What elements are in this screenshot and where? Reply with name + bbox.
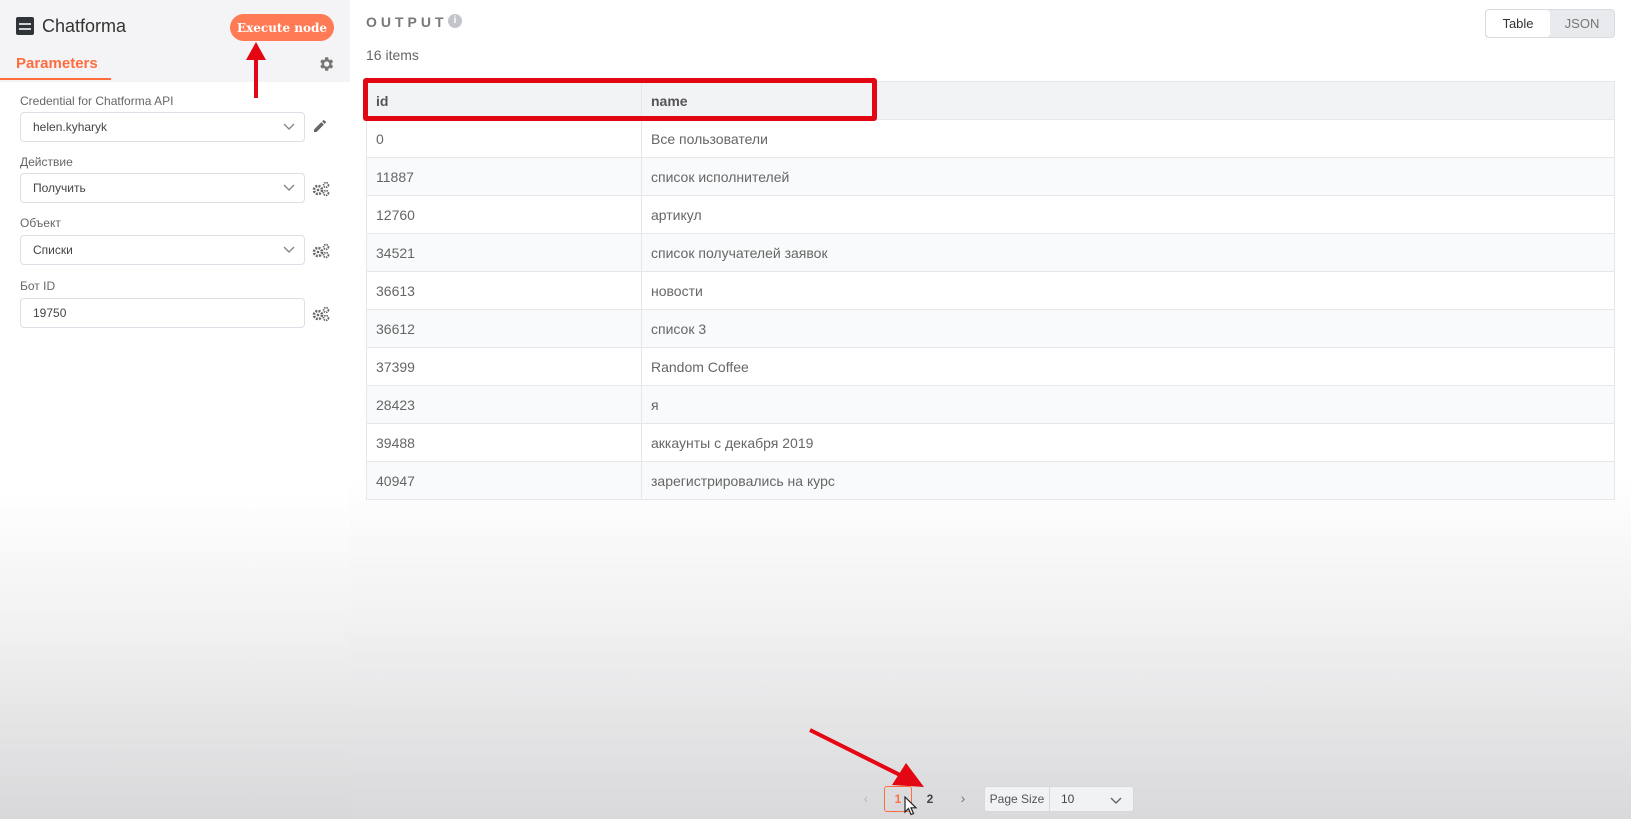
credential-label: Credential for Chatforma API [20, 94, 174, 108]
gears-icon[interactable] [312, 181, 330, 199]
cell-id: 40947 [366, 461, 642, 500]
table-row: 34521 список получателей заявок [366, 233, 1615, 272]
column-header-name: name [641, 81, 1615, 120]
bot-id-value: 19750 [33, 306, 67, 320]
table-row: 11887 список исполнителей [366, 157, 1615, 196]
cell-name: новости [641, 271, 1615, 310]
cell-id: 34521 [366, 233, 642, 272]
page-size-value: 10 [1061, 792, 1075, 806]
cell-id: 39488 [366, 423, 642, 462]
bot-id-label: Бот ID [20, 279, 56, 293]
pagination: ‹ 1 2 › Page Size 10 [0, 786, 1631, 812]
view-table-button[interactable]: Table [1486, 10, 1550, 37]
cell-name: список исполнителей [641, 157, 1615, 196]
cell-name: аккаунты с декабря 2019 [641, 423, 1615, 462]
page-size-value-box[interactable]: 10 [1050, 787, 1133, 811]
chevron-down-icon [1110, 797, 1122, 804]
view-json-button[interactable]: JSON [1550, 10, 1614, 37]
column-header-id: id [366, 81, 642, 120]
page-2-button[interactable]: 2 [916, 786, 944, 812]
annotation-arrow-diagonal [809, 728, 924, 787]
cell-name: артикул [641, 195, 1615, 234]
cell-name: я [641, 385, 1615, 424]
node-title: Chatforma [42, 16, 127, 36]
object-label: Объект [20, 216, 61, 230]
cell-id: 12760 [366, 195, 642, 234]
execute-node-button[interactable]: Execute node [230, 14, 334, 41]
tab-parameters[interactable]: Parameters [16, 55, 98, 72]
action-label: Действие [20, 155, 73, 169]
parameters-panel: Chatforma Execute node Parameters Creden… [0, 0, 350, 819]
info-icon[interactable]: i [448, 14, 462, 28]
active-tab-indicator [0, 78, 111, 80]
cell-name: Random Coffee [641, 347, 1615, 386]
cell-id: 11887 [366, 157, 642, 196]
cell-id: 37399 [366, 347, 642, 386]
table-row: 0 Все пользователи [366, 119, 1615, 158]
chevron-down-icon [283, 184, 295, 191]
view-toggle: Table JSON [1485, 9, 1615, 38]
object-value: Списки [33, 243, 73, 257]
table-row: 12760 артикул [366, 195, 1615, 234]
table-row: 39488 аккаунты с декабря 2019 [366, 423, 1615, 462]
table-row: 28423 я [366, 385, 1615, 424]
table-header-row: id name [366, 81, 1615, 120]
cell-name: зарегистрировались на курс [641, 461, 1615, 500]
cell-name: Все пользователи [641, 119, 1615, 158]
chevron-down-icon [283, 123, 295, 130]
gears-icon[interactable] [312, 306, 330, 324]
chevron-down-icon [283, 246, 295, 253]
credential-value: helen.kyharyk [33, 120, 108, 134]
cell-id: 36612 [366, 309, 642, 348]
output-table: id name 0 Все пользователи 11887 список исп… [366, 81, 1615, 500]
table-row: 37399 Random Coffee [366, 347, 1615, 386]
gears-icon[interactable] [312, 243, 330, 261]
next-page-button[interactable]: › [956, 790, 970, 806]
action-select[interactable]: Получить [20, 173, 305, 203]
items-count: 16 items [366, 47, 419, 63]
mouse-cursor-icon [904, 796, 918, 816]
action-value: Получить [33, 181, 86, 195]
cell-name: список получателей заявок [641, 233, 1615, 272]
table-row: 36613 новости [366, 271, 1615, 310]
chatforma-logo-icon [16, 17, 34, 35]
output-title: OUTPUT [366, 14, 448, 30]
cell-name: список 3 [641, 309, 1615, 348]
table-row: 36612 список 3 [366, 309, 1615, 348]
prev-page-button[interactable]: ‹ [859, 790, 873, 806]
cell-id: 0 [366, 119, 642, 158]
page-size-label: Page Size [985, 787, 1050, 811]
credential-select[interactable]: helen.kyharyk [20, 112, 305, 142]
page-size-select[interactable]: Page Size 10 [984, 786, 1134, 812]
pencil-icon[interactable] [312, 118, 330, 136]
cell-id: 28423 [366, 385, 642, 424]
table-row: 40947 зарегистрировались на курс [366, 461, 1615, 500]
cell-id: 36613 [366, 271, 642, 310]
bot-id-input[interactable]: 19750 [20, 298, 305, 328]
object-select[interactable]: Списки [20, 235, 305, 265]
gear-icon[interactable] [317, 55, 335, 73]
node-header: Chatforma Execute node Parameters [0, 0, 350, 82]
